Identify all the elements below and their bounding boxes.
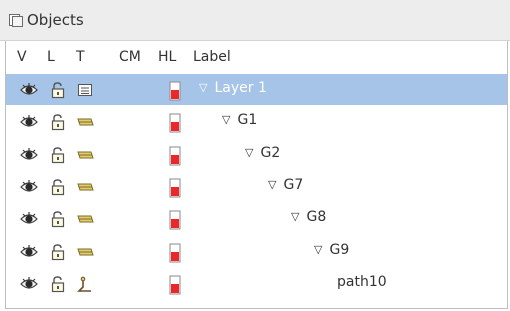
expand-triangle-icon[interactable]: ▽ (291, 210, 299, 223)
column-type[interactable]: T (76, 49, 85, 65)
visibility-eye-icon[interactable] (20, 81, 38, 99)
group-icon (77, 243, 94, 261)
visibility-eye-icon[interactable] (20, 210, 38, 228)
objects-tree[interactable]: V L T CM HL Label ▽ Layer 1 ▽ G1 ▽ G2 ▽ G7 ▽ G8 ▽ G… (5, 41, 508, 309)
row-label-text: G2 (260, 144, 281, 161)
panel-titlebar: Objects (0, 0, 510, 41)
unlocked-padlock-icon[interactable] (50, 146, 66, 164)
highlight-color-swatch[interactable] (169, 210, 181, 230)
tree-row[interactable]: ▽ G9 (6, 236, 507, 267)
unlocked-padlock-icon[interactable] (50, 81, 66, 99)
highlight-color-swatch[interactable] (169, 275, 181, 295)
expand-triangle-icon[interactable]: ▽ (268, 178, 276, 191)
visibility-eye-icon[interactable] (20, 275, 38, 293)
highlight-color-swatch[interactable] (169, 113, 181, 133)
row-label[interactable]: ▽ G8 (291, 209, 326, 225)
tree-row[interactable]: ▽ G2 (6, 139, 507, 170)
row-label-text: G8 (306, 209, 327, 226)
tree-row[interactable]: ▽ G8 (6, 203, 507, 234)
path-icon (77, 275, 93, 293)
group-icon (77, 178, 94, 196)
row-label-text: G1 (237, 112, 258, 129)
column-label[interactable]: Label (193, 49, 231, 65)
row-label[interactable]: path10 (337, 274, 387, 290)
highlight-color-swatch[interactable] (169, 243, 181, 262)
row-label-text: G7 (283, 176, 304, 193)
highlight-color-swatch[interactable] (169, 146, 181, 166)
row-label[interactable]: ▽ G1 (222, 112, 257, 128)
group-icon (77, 146, 94, 164)
group-icon (77, 113, 94, 131)
visibility-eye-icon[interactable] (20, 113, 38, 131)
row-label[interactable]: ▽ G2 (245, 145, 280, 161)
row-label-text: Layer 1 (214, 80, 267, 96)
unlocked-padlock-icon[interactable] (50, 275, 66, 293)
tree-row[interactable]: ▽ G7 (6, 171, 507, 202)
column-clip-mask[interactable]: CM (119, 49, 141, 65)
group-icon (77, 210, 94, 228)
unlocked-padlock-icon[interactable] (50, 178, 66, 196)
row-label[interactable]: ▽ Layer 1 (199, 80, 267, 96)
column-visible[interactable]: V (17, 49, 27, 65)
visibility-eye-icon[interactable] (20, 146, 38, 164)
visibility-eye-icon[interactable] (20, 243, 38, 261)
column-locked[interactable]: L (47, 49, 55, 65)
row-label[interactable]: ▽ G7 (268, 177, 303, 193)
panel-title: Objects (27, 11, 84, 29)
unlocked-padlock-icon[interactable] (50, 210, 66, 228)
tree-header: V L T CM HL Label (6, 41, 507, 75)
objects-panel: Objects V L T CM HL Label ▽ Layer 1 ▽ G1 ▽ G2… (0, 0, 510, 311)
column-highlight[interactable]: HL (158, 49, 176, 65)
row-label-text: G9 (329, 241, 350, 258)
expand-triangle-icon[interactable]: ▽ (222, 113, 230, 126)
unlocked-padlock-icon[interactable] (50, 243, 66, 261)
expand-triangle-icon[interactable]: ▽ (245, 146, 253, 159)
visibility-eye-icon[interactable] (20, 178, 38, 196)
tree-row[interactable]: path10 (6, 268, 507, 299)
expand-triangle-icon[interactable]: ▽ (314, 243, 322, 256)
tree-row[interactable]: ▽ Layer 1 (6, 74, 507, 105)
tree-row[interactable]: ▽ G1 (6, 106, 507, 137)
highlight-color-swatch[interactable] (169, 178, 181, 198)
row-label-text: path10 (337, 273, 387, 290)
highlight-color-swatch[interactable] (169, 81, 181, 101)
layer-icon (77, 81, 93, 99)
unlocked-padlock-icon[interactable] (50, 113, 66, 131)
expand-triangle-icon[interactable]: ▽ (199, 81, 207, 94)
objects-panel-icon (9, 14, 23, 27)
row-label[interactable]: ▽ G9 (314, 242, 349, 258)
